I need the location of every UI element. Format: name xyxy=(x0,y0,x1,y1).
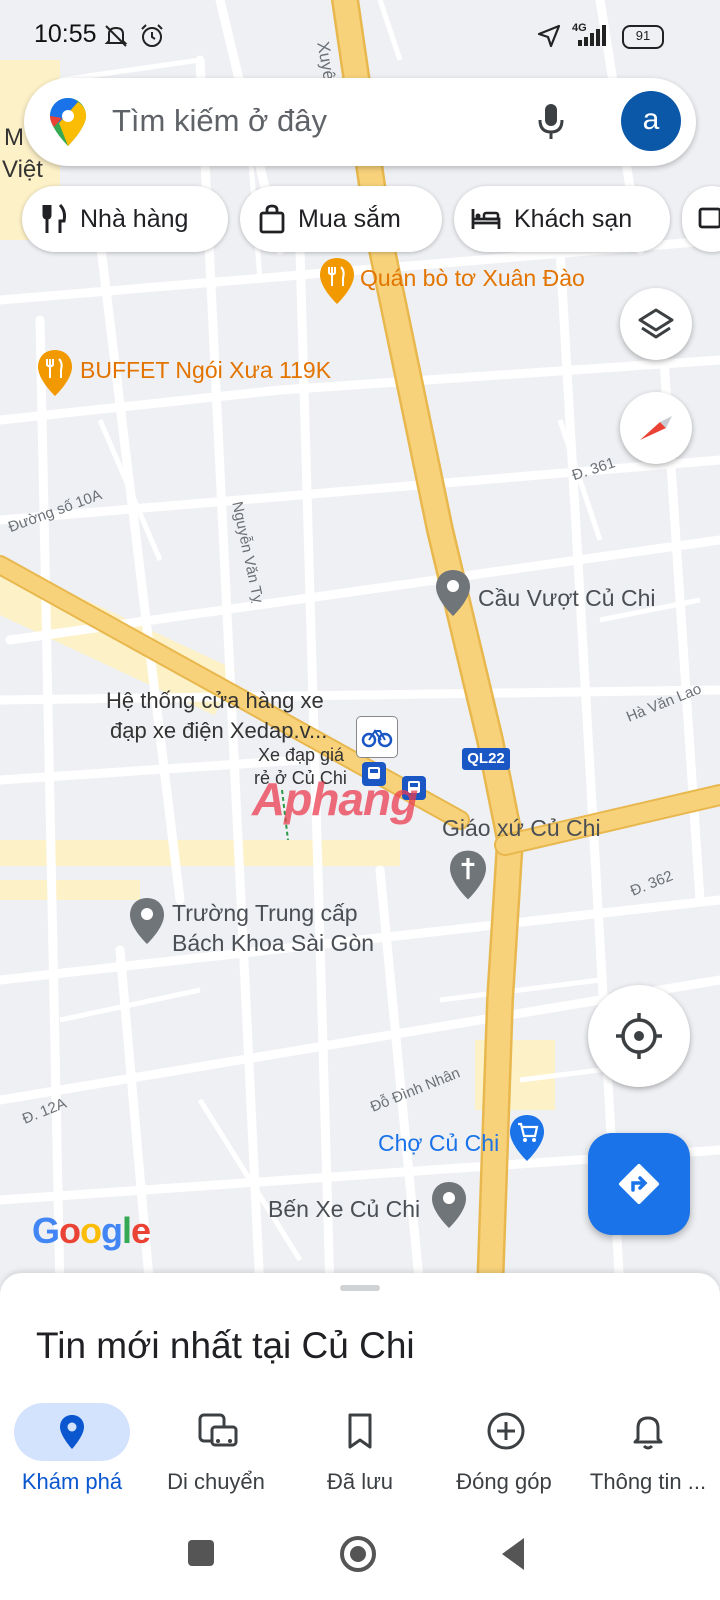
bicycle-icon[interactable] xyxy=(356,716,398,758)
nav-saved[interactable]: Đã lưu xyxy=(288,1395,432,1510)
bookmark-icon xyxy=(348,1413,372,1449)
google-logo: Google xyxy=(32,1210,151,1251)
my-location-button[interactable] xyxy=(588,985,690,1087)
nav-explore[interactable]: Khám phá xyxy=(0,1395,144,1510)
add-circle-icon xyxy=(487,1412,525,1450)
nav-label: Khám phá xyxy=(21,1469,123,1494)
explore-pin-icon xyxy=(60,1415,84,1449)
chip-label: Mua sắm xyxy=(298,204,401,233)
chip-label: Khách sạn xyxy=(514,204,633,233)
nav-commute[interactable]: Di chuyển xyxy=(144,1395,288,1510)
search-bar[interactable]: Tìm kiếm ở đây a xyxy=(24,78,696,166)
directions-icon xyxy=(619,1164,659,1204)
bell-icon xyxy=(633,1416,663,1450)
microphone-icon[interactable] xyxy=(536,102,566,142)
poi-label[interactable]: Xe đạp giá xyxy=(258,745,344,766)
poi-label[interactable]: Quán bò tơ Xuân Đào xyxy=(360,265,585,292)
signal-icon xyxy=(578,25,606,46)
more-category-icon xyxy=(698,207,720,229)
compass-icon xyxy=(640,416,672,440)
directions-button[interactable] xyxy=(588,1133,690,1235)
maps-logo-icon xyxy=(50,98,86,146)
poi-label[interactable]: Chợ Củ Chi xyxy=(378,1130,499,1157)
sheet-title: Tin mới nhất tại Củ Chi xyxy=(36,1325,415,1366)
nav-contribute[interactable]: Đóng góp xyxy=(432,1395,576,1510)
shopping-bag-icon xyxy=(259,204,285,234)
location-arrow-icon xyxy=(537,24,561,48)
avatar[interactable]: a xyxy=(621,91,681,151)
back-button[interactable] xyxy=(498,1536,526,1572)
poi-label[interactable]: Trường Trung cấp xyxy=(172,900,358,927)
watermark: Aphang xyxy=(252,773,418,825)
restaurant-icon xyxy=(42,203,66,233)
battery-level: 91 xyxy=(635,28,651,43)
poi-label[interactable]: Bách Khoa Sài Gòn xyxy=(172,930,374,957)
poi-label[interactable]: BUFFET Ngói Xưa 119K xyxy=(80,357,331,384)
layers-button[interactable] xyxy=(620,288,692,360)
recents-button[interactable] xyxy=(188,1540,214,1566)
hotel-icon xyxy=(471,209,501,229)
route-badge: QL22 xyxy=(462,748,510,770)
search-input[interactable]: Tìm kiếm ở đây xyxy=(112,103,327,139)
poi-label[interactable]: Bến Xe Củ Chi xyxy=(268,1196,420,1223)
partial-label-2: Việt xyxy=(2,156,43,183)
compass-button[interactable] xyxy=(620,392,692,464)
chip-hotels[interactable]: Khách sạn xyxy=(454,186,670,252)
battery-icon: 91 xyxy=(622,25,664,49)
chip-restaurants[interactable]: Nhà hàng xyxy=(22,186,228,252)
crosshair-icon xyxy=(616,1013,662,1059)
alarm-icon xyxy=(141,24,163,47)
bottom-sheet[interactable]: Tin mới nhất tại Củ Chi xyxy=(0,1273,720,1395)
partial-label-1: M xyxy=(4,124,24,151)
chip-shopping[interactable]: Mua sắm xyxy=(240,186,442,252)
poi-label[interactable]: Giáo xứ Củ Chi xyxy=(442,815,601,842)
poi-label[interactable]: đạp xe điện Xedap.v... xyxy=(110,718,327,744)
mute-icon xyxy=(104,25,128,47)
layers-icon xyxy=(638,308,674,339)
poi-label[interactable]: Cầu Vượt Củ Chi xyxy=(478,585,656,612)
nav-updates[interactable]: Thông tin ... xyxy=(576,1395,720,1510)
system-navigation-bar xyxy=(0,1510,720,1600)
nav-label: Thông tin ... xyxy=(589,1469,707,1494)
commute-icon xyxy=(198,1413,238,1447)
chip-label: Nhà hàng xyxy=(80,204,189,233)
home-button[interactable] xyxy=(340,1536,376,1572)
status-time: 10:55 xyxy=(34,20,97,48)
nav-label: Đóng góp xyxy=(456,1469,552,1494)
sheet-drag-handle[interactable] xyxy=(340,1285,380,1291)
nav-label: Đã lưu xyxy=(326,1469,394,1494)
bottom-navigation: Khám phá Di chuyển Đã lưu Đóng góp Thông… xyxy=(0,1395,720,1510)
status-bar: 10:55 4G 91 xyxy=(0,0,720,70)
poi-label[interactable]: Hệ thống cửa hàng xe xyxy=(106,688,324,714)
nav-label: Di chuyển xyxy=(167,1469,265,1494)
